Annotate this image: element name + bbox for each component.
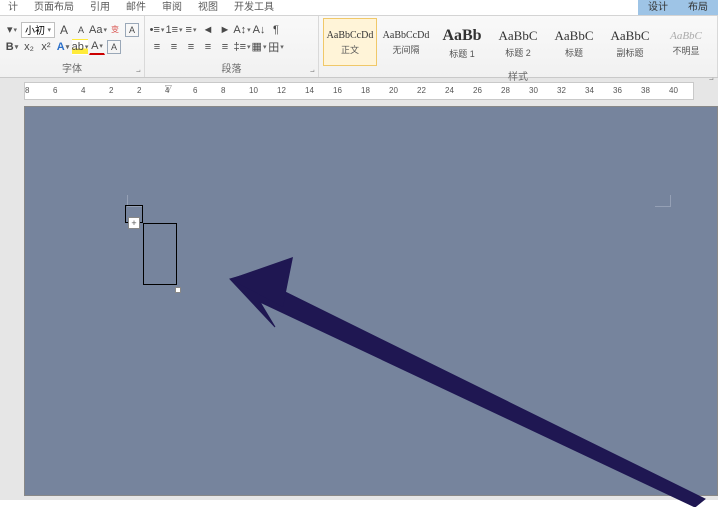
- ruler-tick: 14: [305, 86, 314, 95]
- ribbon: ▾ 小初 A A Aa 变 A B x₂ x² A ab A A: [0, 16, 718, 78]
- ruler-tick: 30: [529, 86, 538, 95]
- ruler-tick: 18: [361, 86, 370, 95]
- change-case-icon[interactable]: Aa: [90, 22, 106, 38]
- ruler-tick: 26: [473, 86, 482, 95]
- ruler-tick: 8: [25, 86, 29, 95]
- font-size-select[interactable]: 小初: [21, 22, 55, 38]
- ruler-tick: 6: [193, 86, 197, 95]
- ruler-tick: 16: [333, 86, 342, 95]
- ruler-tick: 20: [389, 86, 398, 95]
- ruler-tick: 8: [221, 86, 225, 95]
- numbering-icon[interactable]: 1≡: [166, 22, 182, 38]
- bold-dropdown[interactable]: B: [4, 39, 20, 55]
- ruler-tick: 12: [277, 86, 286, 95]
- tab-mailings[interactable]: 邮件: [118, 0, 154, 15]
- style-heading2[interactable]: AaBbC 标题 2: [491, 18, 545, 66]
- tab-view[interactable]: 视图: [190, 0, 226, 15]
- ruler-tick: 40: [669, 86, 678, 95]
- tab-design-partial[interactable]: 计: [0, 0, 26, 15]
- subscript-icon[interactable]: x₂: [21, 39, 37, 55]
- ruler-tick: 2: [137, 86, 141, 95]
- phonetic-guide-icon[interactable]: 变: [107, 22, 123, 38]
- ruler-tick: 32: [557, 86, 566, 95]
- ruler-tick: 6: [53, 86, 57, 95]
- ruler-tick: 22: [417, 86, 426, 95]
- style-heading1[interactable]: AaBb 标题 1: [435, 18, 489, 66]
- borders-icon[interactable]: 田: [268, 39, 284, 55]
- align-right-icon[interactable]: ≡: [183, 39, 199, 55]
- increase-indent-icon[interactable]: ►: [217, 22, 233, 38]
- ruler-tick: 4: [165, 86, 169, 95]
- font-group-label: 字体: [0, 60, 144, 77]
- highlight-icon[interactable]: ab: [72, 39, 88, 55]
- align-center-icon[interactable]: ≡: [166, 39, 182, 55]
- shrink-font-icon[interactable]: A: [73, 22, 89, 38]
- tab-page-layout[interactable]: 页面布局: [26, 0, 82, 15]
- ruler-tick: 4: [81, 86, 85, 95]
- ruler-tick: 28: [501, 86, 510, 95]
- ruler-tick: 38: [641, 86, 650, 95]
- ruler-tick: 10: [249, 86, 258, 95]
- tab-references[interactable]: 引用: [82, 0, 118, 15]
- rectangle-shape[interactable]: [143, 223, 177, 285]
- paragraph-group-label: 段落: [145, 60, 318, 77]
- style-title[interactable]: AaBbC 标题: [547, 18, 601, 66]
- char-border-icon[interactable]: A: [106, 39, 122, 55]
- context-tab-design[interactable]: 设计: [638, 0, 678, 15]
- superscript-icon[interactable]: x²: [38, 39, 54, 55]
- align-left-icon[interactable]: ≡: [149, 39, 165, 55]
- sort-icon[interactable]: A↓: [251, 22, 267, 38]
- ruler-tick: 36: [613, 86, 622, 95]
- text-effects-icon[interactable]: A: [55, 39, 71, 55]
- tab-review[interactable]: 审阅: [154, 0, 190, 15]
- decrease-indent-icon[interactable]: ◄: [200, 22, 216, 38]
- annotation-arrow-icon: [25, 107, 718, 507]
- style-subtle[interactable]: AaBbC 不明显: [659, 18, 713, 66]
- multilevel-icon[interactable]: ≡: [183, 22, 199, 38]
- context-tab-layout[interactable]: 布局: [678, 0, 718, 15]
- margin-corner-tr: [655, 195, 671, 207]
- ruler-tick: 2: [109, 86, 113, 95]
- style-no-spacing[interactable]: AaBbCcDd 无间隔: [379, 18, 433, 66]
- style-normal[interactable]: AaBbCcDd 正文: [323, 18, 377, 66]
- document-page[interactable]: +: [24, 106, 718, 496]
- resize-handle[interactable]: [175, 287, 181, 293]
- bullets-icon[interactable]: •≡: [149, 22, 165, 38]
- ribbon-tabs: 计 页面布局 引用 邮件 审阅 视图 开发工具 设计 布局: [0, 0, 718, 16]
- justify-icon[interactable]: ≡: [200, 39, 216, 55]
- ruler-tick: 34: [585, 86, 594, 95]
- style-subtitle[interactable]: AaBbC 副标题: [603, 18, 657, 66]
- ruler-tick: 24: [445, 86, 454, 95]
- grow-font-icon[interactable]: A: [56, 22, 72, 38]
- tab-developer[interactable]: 开发工具: [226, 0, 282, 15]
- styles-gallery[interactable]: AaBbCcDd 正文 AaBbCcDd 无间隔 AaBb 标题 1 AaBbC…: [319, 16, 717, 68]
- line-spacing-icon[interactable]: ‡≡: [234, 39, 250, 55]
- shading-icon[interactable]: ▦: [251, 39, 267, 55]
- clear-format-icon[interactable]: A: [124, 22, 140, 38]
- distributed-icon[interactable]: ≡: [217, 39, 233, 55]
- shape-anchor-icon[interactable]: +: [128, 217, 140, 229]
- horizontal-ruler[interactable]: ▽ 86422468101214161820222426283032343638…: [24, 82, 694, 100]
- show-marks-icon[interactable]: ¶: [268, 22, 284, 38]
- text-direction-icon[interactable]: A↕: [234, 22, 250, 38]
- font-color-icon[interactable]: A: [89, 39, 105, 55]
- font-family-dropdown[interactable]: ▾: [4, 22, 20, 38]
- document-area: +: [0, 100, 718, 500]
